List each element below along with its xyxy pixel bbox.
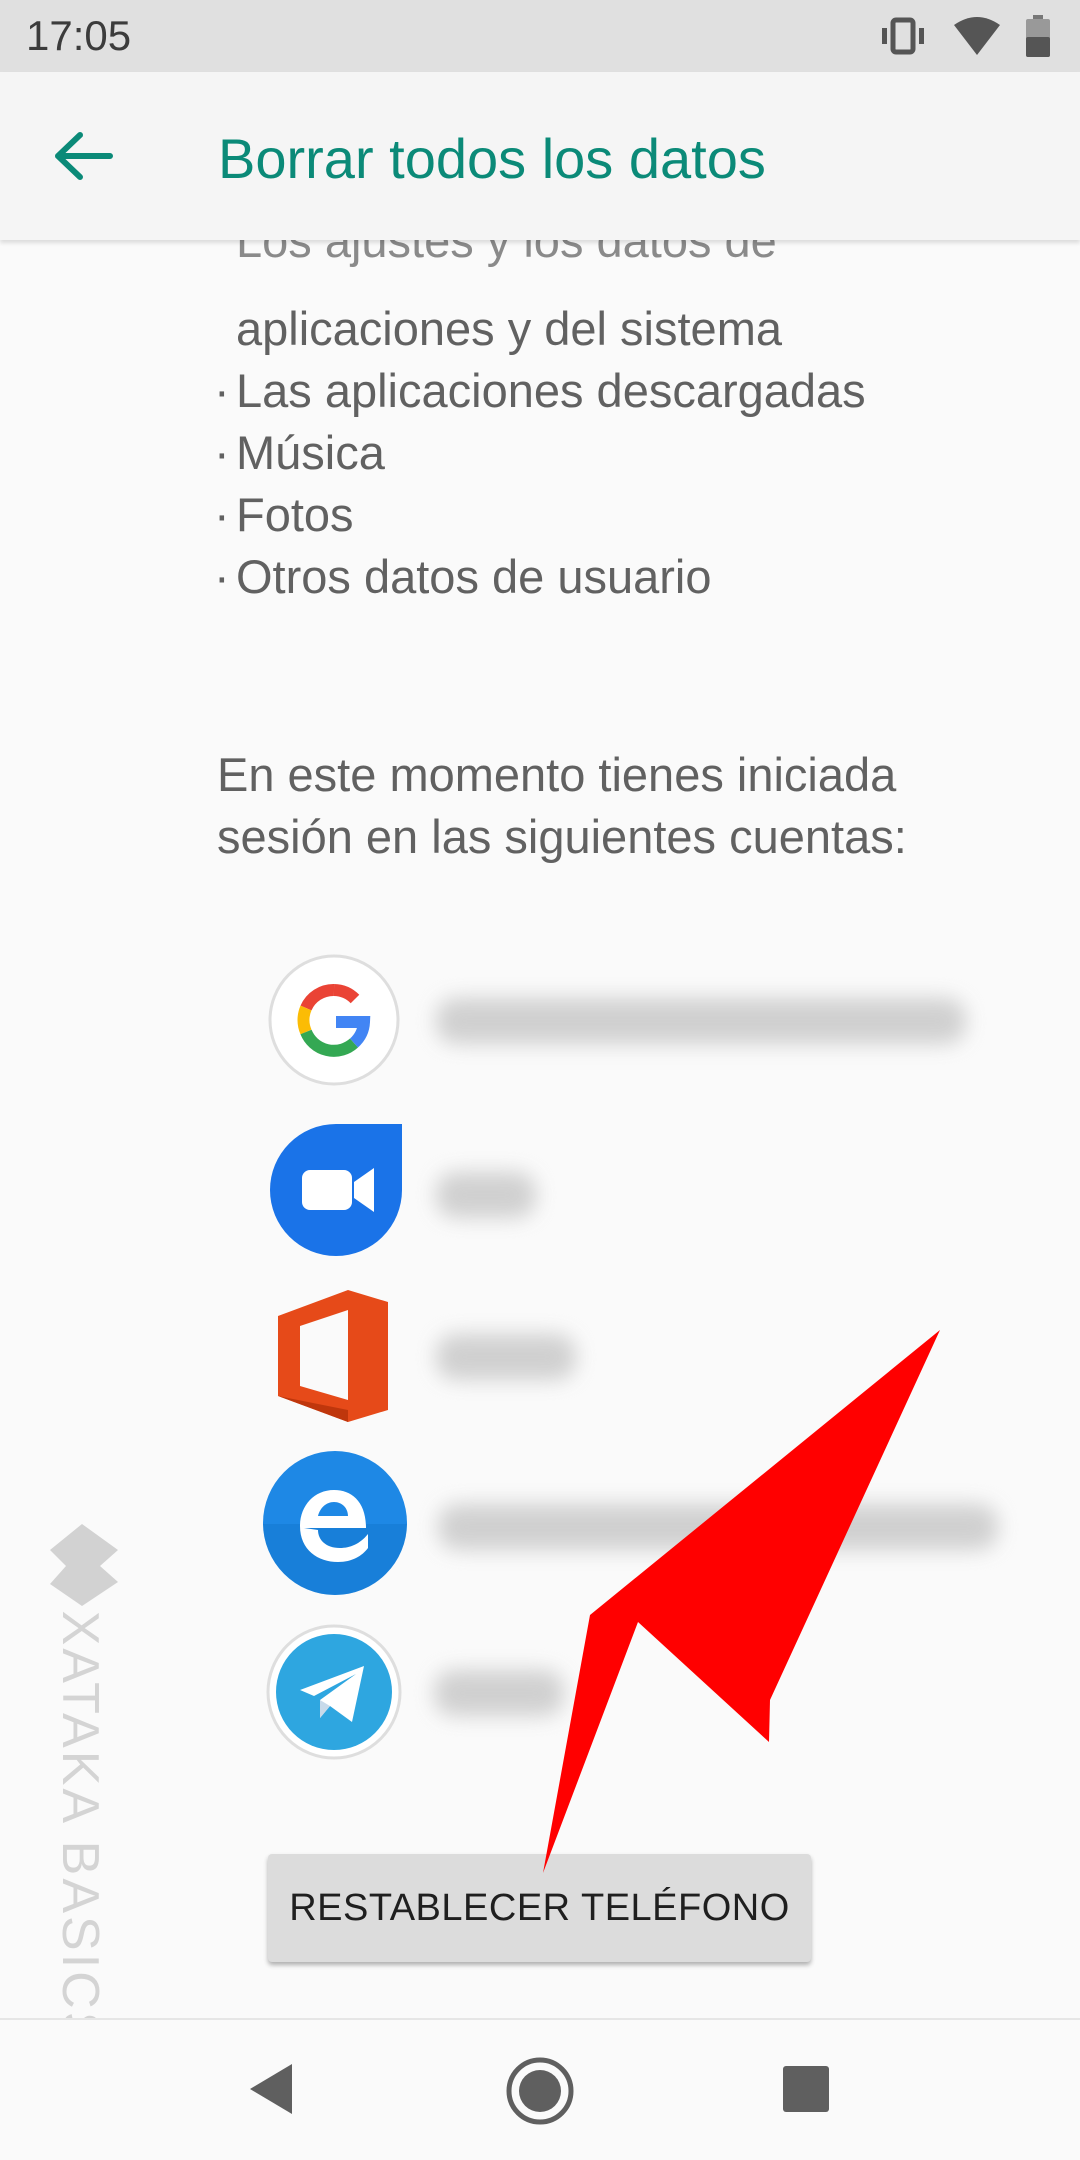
accounts-intro-line-2: sesión en las siguientes cuentas: [217,810,907,863]
list-item: · Otros datos de usuario [214,550,712,603]
office-icon [278,1290,388,1422]
account-row-office [278,1288,576,1429]
list-item-cut: Los ajustes y los datos de [236,238,777,267]
back-button[interactable] [40,112,128,200]
duo-icon [270,1124,402,1256]
list-item: · Música [214,426,385,479]
nav-bar [0,2020,1080,2160]
watermark: XATAKA BASICS [30,1520,140,2100]
status-icons [878,14,1050,58]
account-row-duo [268,1122,536,1263]
status-time: 17:05 [26,12,132,59]
account-row-telegram [266,1624,564,1765]
account-row-google [266,952,966,1093]
list-item-continuation: aplicaciones y del sistema [236,302,782,355]
telegram-icon [266,1624,402,1760]
accounts-intro-line-1: En este momento tienes iniciada [217,748,897,801]
page-title: Borrar todos los datos [218,127,766,190]
arrow-back-icon [55,132,113,180]
edge-icon [263,1451,407,1595]
watermark-text: XATAKA BASICS [51,1610,109,2050]
vibrate-icon [882,17,924,55]
list-item: · Fotos [214,488,354,541]
home-nav-icon[interactable] [505,2056,575,2126]
app-bar: Borrar todos los datos [0,72,1080,240]
battery-icon [1026,15,1050,57]
status-bar: 17:05 [0,0,1080,72]
google-icon [268,954,400,1086]
back-nav-icon[interactable] [248,2062,294,2116]
account-row-edge [262,1450,998,1601]
recents-nav-icon[interactable] [783,2066,829,2112]
reset-phone-button[interactable]: RESTABLECER TELÉFONO [268,1854,811,1962]
list-item: · Las aplicaciones descargadas [214,364,866,417]
wifi-icon [954,17,1000,55]
